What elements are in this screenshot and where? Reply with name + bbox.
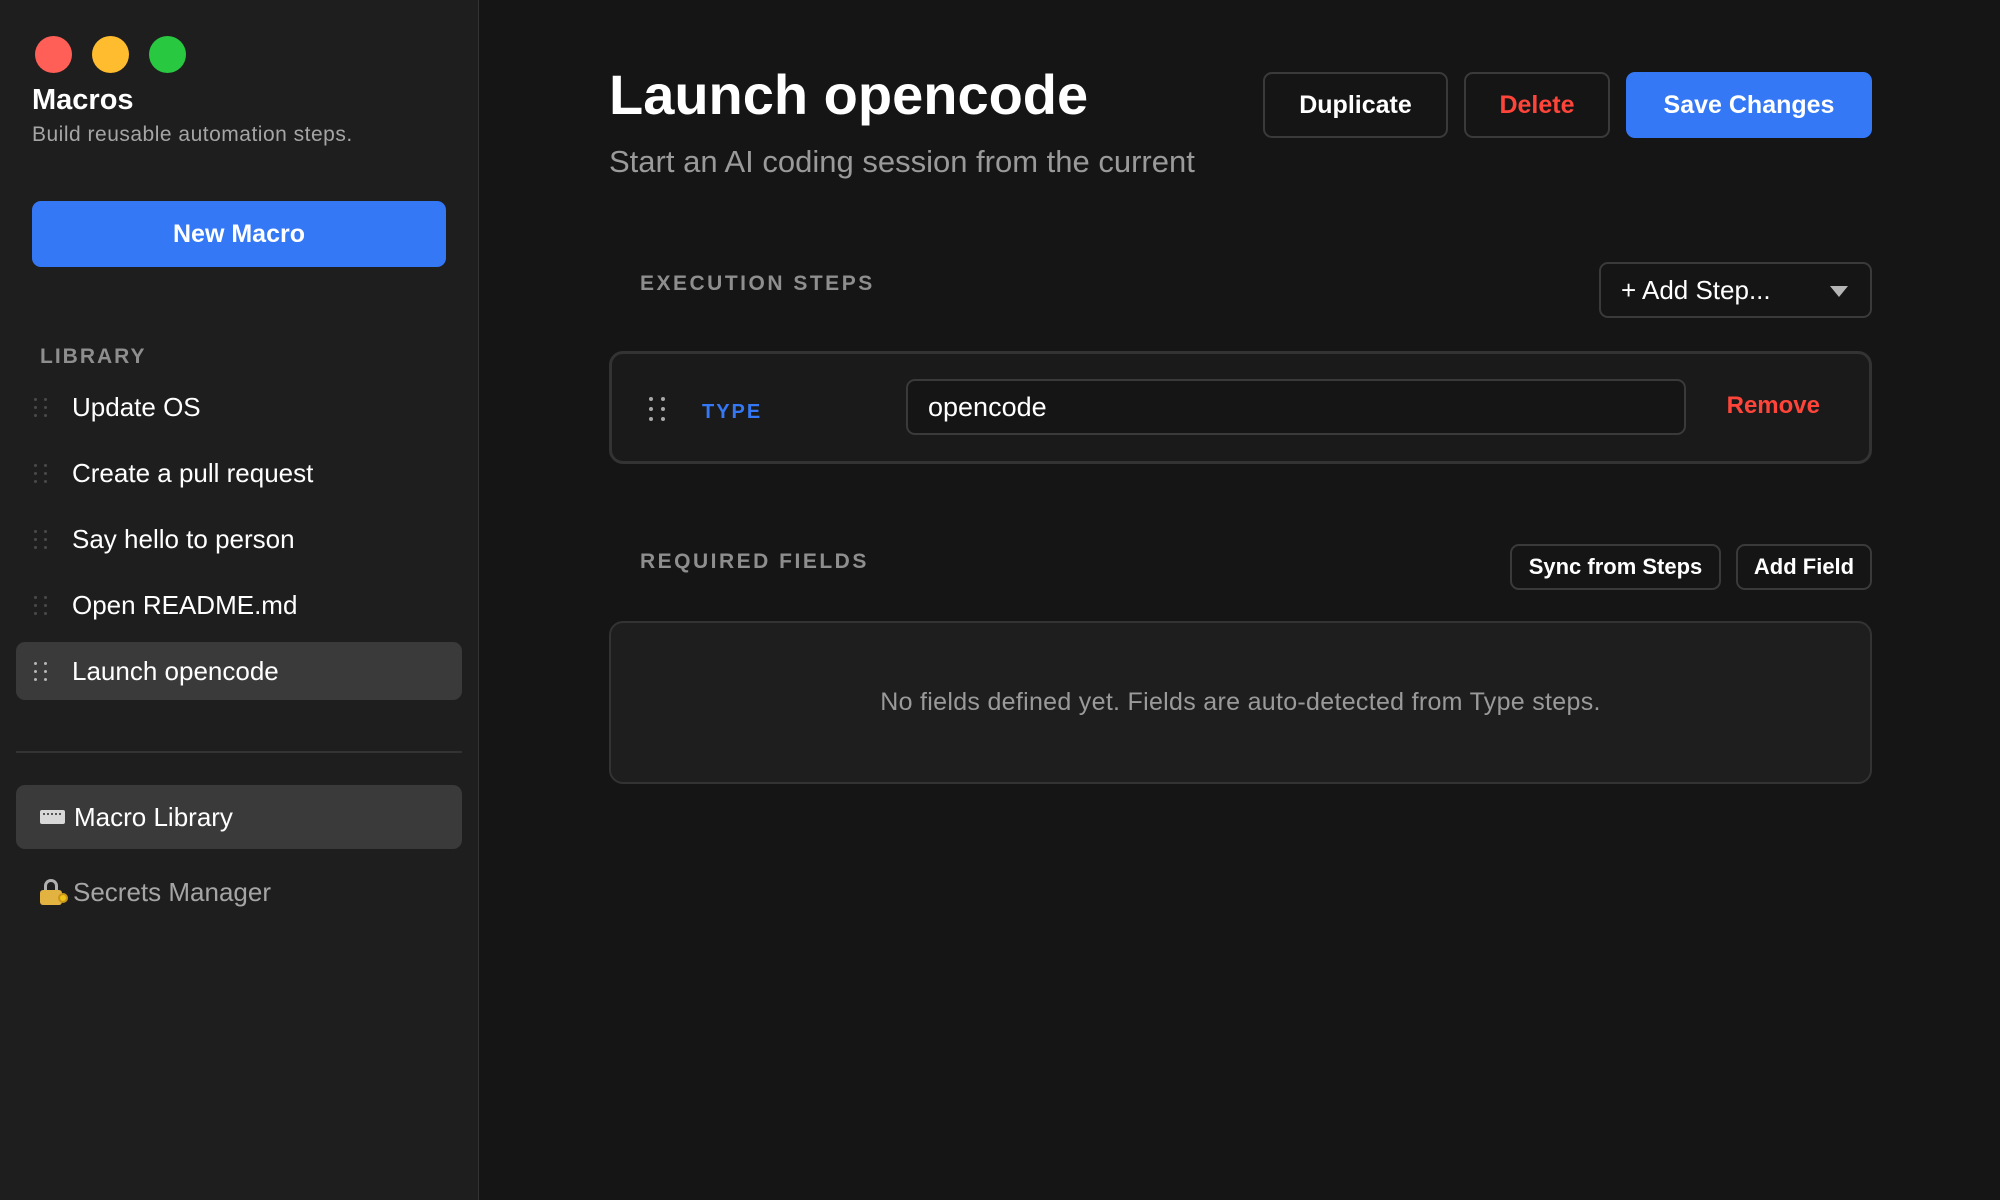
sync-from-steps-button[interactable]: Sync from Steps xyxy=(1510,544,1721,590)
drag-handle-icon[interactable] xyxy=(34,529,54,549)
remove-step-button[interactable]: Remove xyxy=(1727,392,1820,420)
library-list: Update OS Create a pull request Say hell… xyxy=(16,378,462,708)
delete-button[interactable]: Delete xyxy=(1464,72,1610,138)
window-controls xyxy=(35,36,186,73)
library-item-label: Open README.md xyxy=(72,589,298,620)
step-type-label: TYPE xyxy=(702,401,763,423)
library-item-label: Say hello to person xyxy=(72,523,295,554)
empty-state-message: No fields defined yet. Fields are auto-d… xyxy=(880,688,1601,716)
close-window-button[interactable] xyxy=(35,36,72,73)
drag-handle-icon[interactable] xyxy=(34,397,54,417)
add-step-dropdown[interactable]: + Add Step... xyxy=(1599,262,1872,318)
sidebar-divider xyxy=(16,751,462,753)
step-card: TYPE Remove xyxy=(609,351,1872,464)
app-title: Macros xyxy=(32,84,134,116)
drag-handle-icon[interactable] xyxy=(649,397,665,421)
zoom-window-button[interactable] xyxy=(149,36,186,73)
nav-item-label: Secrets Manager xyxy=(73,876,271,907)
save-changes-button[interactable]: Save Changes xyxy=(1626,72,1872,138)
required-fields-empty-state: No fields defined yet. Fields are auto-d… xyxy=(609,621,1872,784)
drag-handle-icon[interactable] xyxy=(34,661,54,681)
drag-handle-icon[interactable] xyxy=(34,595,54,615)
nav-item-macro-library[interactable]: Macro Library xyxy=(16,785,462,849)
library-item-launch-opencode[interactable]: Launch opencode xyxy=(16,642,462,700)
chevron-down-icon xyxy=(1830,286,1848,297)
add-step-label: + Add Step... xyxy=(1621,274,1771,305)
main-panel: Launch opencode Start an AI coding sessi… xyxy=(480,0,2000,1200)
required-fields-header: REQUIRED FIELDS xyxy=(640,550,869,573)
library-item-say-hello[interactable]: Say hello to person xyxy=(16,510,462,568)
app-window: Macros Build reusable automation steps. … xyxy=(0,0,2000,1200)
lock-key-icon xyxy=(40,879,68,905)
execution-steps-header: EXECUTION STEPS xyxy=(640,272,875,295)
keyboard-icon xyxy=(40,810,65,824)
library-item-label: Create a pull request xyxy=(72,457,314,488)
new-macro-button[interactable]: New Macro xyxy=(32,201,446,267)
page-subtitle: Start an AI coding session from the curr… xyxy=(609,144,1195,179)
duplicate-button[interactable]: Duplicate xyxy=(1263,72,1448,138)
add-field-button[interactable]: Add Field xyxy=(1736,544,1872,590)
library-item-update-os[interactable]: Update OS xyxy=(16,378,462,436)
library-item-create-pull-request[interactable]: Create a pull request xyxy=(16,444,462,502)
library-header: LIBRARY xyxy=(40,345,147,368)
nav-item-secrets-manager[interactable]: Secrets Manager xyxy=(16,860,462,924)
nav-item-label: Macro Library xyxy=(74,801,233,832)
sidebar: Macros Build reusable automation steps. … xyxy=(0,0,479,1200)
library-item-label: Update OS xyxy=(72,391,201,422)
step-value-input[interactable] xyxy=(906,379,1686,435)
library-item-open-readme[interactable]: Open README.md xyxy=(16,576,462,634)
minimize-window-button[interactable] xyxy=(92,36,129,73)
library-item-label: Launch opencode xyxy=(72,655,279,686)
drag-handle-icon[interactable] xyxy=(34,463,54,483)
page-title: Launch opencode xyxy=(609,63,1089,126)
app-subtitle: Build reusable automation steps. xyxy=(32,123,353,146)
